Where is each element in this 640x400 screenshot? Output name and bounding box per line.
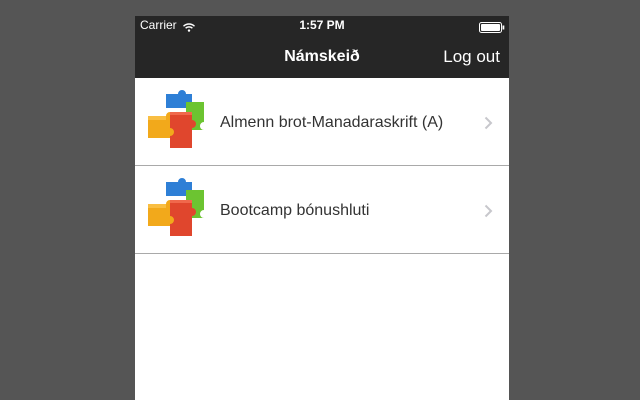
chevron-right-icon <box>484 116 493 135</box>
chevron-right-icon <box>484 204 493 223</box>
phone-screen: Carrier 1:57 PM Námskeið Log out Almenn … <box>135 16 509 400</box>
status-time: 1:57 PM <box>299 18 345 32</box>
course-row[interactable]: Almenn brot-Manadaraskrift (A) <box>135 78 509 166</box>
course-label: Bootcamp bónushluti <box>220 202 370 219</box>
course-list: Almenn brot-Manadaraskrift (A) Bootcamp … <box>135 78 509 254</box>
puzzle-icon <box>144 88 212 152</box>
course-label: Almenn brot-Manadaraskrift (A) <box>220 114 444 131</box>
top-bar: Carrier 1:57 PM Námskeið Log out <box>135 16 509 78</box>
puzzle-icon <box>144 176 212 240</box>
logout-button[interactable]: Log out <box>443 46 500 68</box>
course-row[interactable]: Bootcamp bónushluti <box>135 166 509 254</box>
battery-icon <box>479 20 505 38</box>
